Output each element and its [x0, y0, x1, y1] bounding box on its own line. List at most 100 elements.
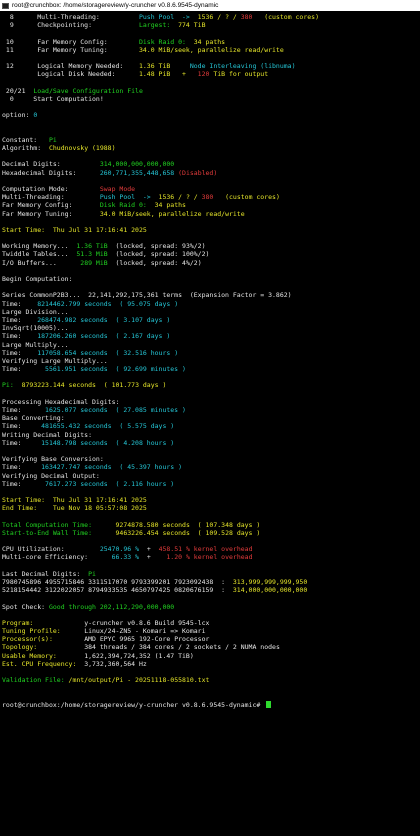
terminal-text: 3,732,360,564 Hz	[84, 659, 147, 668]
terminal-text: 8793223.144 seconds ( 101.773 days )	[21, 381, 167, 390]
terminal-text: 51.3 MiB	[76, 250, 108, 259]
terminal-line: Twiddle Tables... 51.3 MiB (locked, spre…	[2, 250, 418, 258]
terminal-text: 10 Far Memory Config:	[2, 37, 139, 46]
terminal-text: option:	[2, 111, 34, 120]
terminal-line: 7980745896 4955715846 3311517070 9793399…	[2, 578, 418, 586]
terminal-text: Series CommonP2B3... 22,141,292,175,361 …	[2, 291, 292, 300]
terminal-line: option: 0	[2, 111, 418, 119]
terminal-line: Base Converting:	[2, 414, 418, 422]
terminal-text: 9463226.454 seconds ( 109.528 days )	[115, 528, 261, 537]
terminal-text: 1536 / ? /	[197, 13, 241, 21]
terminal-text: Twiddle Tables...	[2, 250, 77, 259]
terminal-text: Verifying Decimal Output:	[2, 471, 100, 480]
terminal-line: Start Time: Thu Jul 31 17:16:41 2025	[2, 226, 418, 234]
terminal-text: Disk Raid 0:	[138, 37, 194, 46]
terminal-text: Push Pool ->	[138, 13, 198, 21]
terminal-text: Time:	[2, 479, 46, 488]
terminal-line: Time: 268474.982 seconds ( 3.107 days )	[2, 316, 418, 324]
terminal-text: 163427.747 seconds ( 45.397 hours )	[41, 463, 183, 472]
terminal-line: Time: 15148.798 seconds ( 4.208 hours )	[2, 439, 418, 447]
terminal-text: Est. CPU Frequency:	[2, 659, 85, 668]
terminal-line: Last Decimal Digits: Pi	[2, 570, 418, 578]
terminal-text: Large Division...	[2, 307, 69, 316]
terminal-line: CPU Utilization: 25470.96 % + 458.51 % k…	[2, 545, 418, 553]
terminal-text: Time:	[2, 299, 38, 308]
terminal-text: Validation File:	[2, 676, 69, 685]
terminal-line: Time: 117058.654 seconds ( 32.516 hours …	[2, 349, 418, 357]
terminal-text: Time:	[2, 422, 42, 431]
terminal-line: Computation Mode: Swap Mode	[2, 185, 418, 193]
terminal-text: Begin Computation:	[2, 275, 73, 283]
terminal-line: Large Division...	[2, 308, 418, 316]
terminal-text: /mnt/output/Pi - 20251118-055810.txt	[68, 676, 210, 685]
terminal-line: 20/21 Load/Save Configuration File	[2, 87, 418, 95]
terminal-output[interactable]: 8 Multi-Threading: Push Pool -> 1536 / ?…	[2, 13, 418, 833]
terminal-text: Base Converting:	[2, 414, 65, 423]
terminal-text: 481655.432 seconds ( 5.575 days )	[41, 422, 175, 431]
terminal-line: Working Memory... 1.36 TiB (locked, spre…	[2, 242, 418, 250]
terminal-text: Spot Check:	[2, 602, 49, 611]
terminal-line: I/O Buffers... 289 MiB (locked, spread: …	[2, 259, 418, 267]
terminal-text: 66.33 %	[111, 553, 147, 562]
terminal-text: Total Computation Time:	[2, 520, 116, 529]
terminal-text: 268474.982 seconds ( 3.107 days )	[37, 315, 171, 324]
terminal-text: Start Time: Thu Jul 31 17:16:41 2025	[2, 496, 147, 505]
terminal-text: Program:	[2, 618, 85, 627]
terminal-text: Time:	[2, 365, 46, 374]
terminal-text: (custom cores)	[213, 193, 280, 202]
terminal-line: Processor(s): AMD EPYC 9965 192-Core Pro…	[2, 635, 418, 643]
terminal-line: End Time: Tue Nov 18 05:57:08 2025	[2, 504, 418, 512]
terminal-text: 314,000,000,000,000	[99, 160, 175, 169]
terminal-line: root@crunchbox:/home/storagereview/y-cru…	[2, 700, 418, 709]
terminal-text: Time:	[2, 438, 42, 447]
terminal-line: 12 Logical Memory Needed: 1.36 TiB Node …	[2, 62, 418, 70]
terminal-text: Hexadecimal Digits:	[2, 168, 100, 177]
terminal-text: Last Decimal Digits:	[2, 569, 89, 578]
terminal-line: 11 Far Memory Tuning: 34.0 MiB/seek, par…	[2, 46, 418, 54]
terminal-text: TiB for output	[209, 70, 269, 79]
terminal-line: Far Memory Tuning: 34.0 MiB/seek, parall…	[2, 210, 418, 218]
terminal-line: Time: 7617.273 seconds ( 2.116 hours )	[2, 480, 418, 488]
terminal-cursor	[266, 700, 272, 708]
terminal-text: 8214462.799 seconds ( 95.075 days )	[37, 299, 179, 308]
terminal-text: Disk Raid 0:	[99, 201, 155, 210]
terminal-text: +	[146, 545, 159, 554]
terminal-text: (locked, spread: 100%/2)	[107, 250, 210, 259]
terminal-line: Time: 163427.747 seconds ( 45.397 hours …	[2, 463, 418, 471]
terminal-line: Far Memory Config: Disk Raid 0: 34 paths	[2, 201, 418, 209]
terminal-text: Large Multiply...	[2, 340, 69, 349]
terminal-line: Verifying Large Multiply...	[2, 357, 418, 365]
terminal-text: (custom cores)	[252, 13, 319, 21]
terminal-text: 9274878.580 seconds ( 107.348 days )	[115, 520, 261, 529]
terminal-text: Verifying Base Conversion:	[2, 455, 104, 464]
terminal-text: Working Memory...	[2, 242, 77, 251]
terminal-text: y-cruncher v0.8.6 Build 9545-lcx	[84, 618, 210, 627]
terminal-text: (locked, spread: 4%/2)	[107, 258, 202, 267]
terminal-line: Large Multiply...	[2, 341, 418, 349]
terminal-text: 120	[197, 70, 210, 79]
terminal-text: 1625.077 seconds ( 27.085 minutes )	[45, 406, 186, 414]
terminal-line: 0 Start Computation!	[2, 95, 418, 103]
terminal-text: AMD EPYC 9965 192-Core Processor	[84, 635, 210, 644]
terminal-text: 117058.654 seconds ( 32.516 hours )	[37, 348, 179, 357]
terminal-text: Pi:	[2, 381, 22, 390]
terminal-line: Processing Hexadecimal Digits:	[2, 398, 418, 406]
terminal-text: Good through 202,112,290,000,000	[48, 602, 175, 611]
terminal-text: 0 Start Computation!	[2, 94, 104, 103]
terminal-text: 187206.260 seconds ( 2.167 days )	[37, 332, 171, 341]
terminal-text: 314,000,000,000,000	[232, 586, 308, 595]
window-titlebar[interactable]: root@crunchbox: /home/storagereview/y-cr…	[0, 0, 420, 11]
terminal-text: 25470.96 %	[99, 545, 147, 554]
